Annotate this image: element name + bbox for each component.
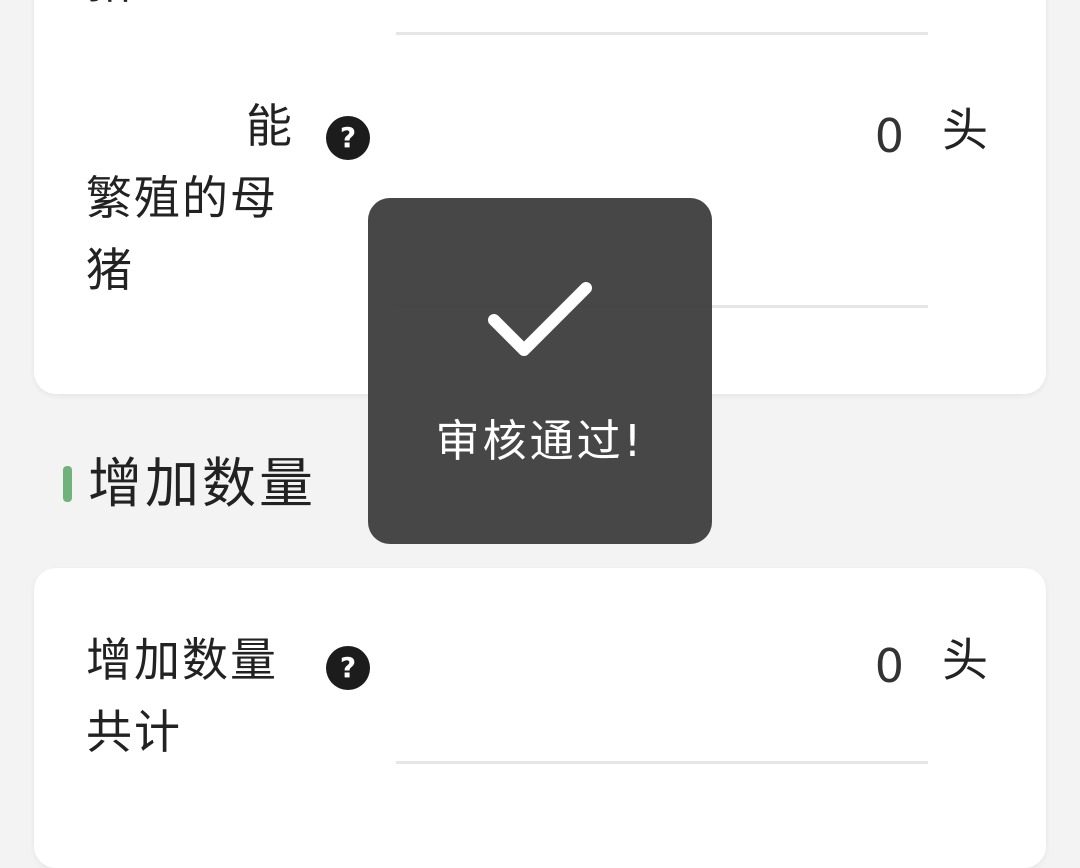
increase-total-underline bbox=[396, 761, 928, 764]
section-title: 增加数量 bbox=[88, 452, 316, 515]
breeding-sow-label-line1: 能 bbox=[246, 99, 294, 153]
increase-count-card: 增加数量 共计 ? 0 头 bbox=[34, 568, 1046, 868]
approval-toast: 审核通过! bbox=[368, 198, 712, 544]
help-icon[interactable]: ? bbox=[326, 116, 370, 160]
increase-total-unit: 头 bbox=[942, 633, 988, 687]
breeding-sow-unit: 头 bbox=[942, 103, 988, 157]
help-icon[interactable]: ? bbox=[326, 646, 370, 690]
previous-field-label-tail: 猪 bbox=[86, 0, 134, 14]
previous-field-underline bbox=[396, 32, 928, 35]
breeding-sow-label-line2: 繁殖的母 bbox=[86, 171, 278, 225]
increase-total-label-line1: 增加数量 bbox=[86, 633, 278, 687]
section-accent-bar bbox=[63, 466, 72, 502]
toast-message: 审核通过! bbox=[435, 416, 645, 467]
breeding-sow-label-line3: 猪 bbox=[86, 243, 134, 297]
check-icon bbox=[488, 282, 592, 356]
increase-total-value-input[interactable]: 0 bbox=[794, 634, 904, 698]
breeding-sow-value-input[interactable]: 0 bbox=[794, 104, 904, 168]
increase-total-label-line2: 共计 bbox=[86, 705, 182, 759]
